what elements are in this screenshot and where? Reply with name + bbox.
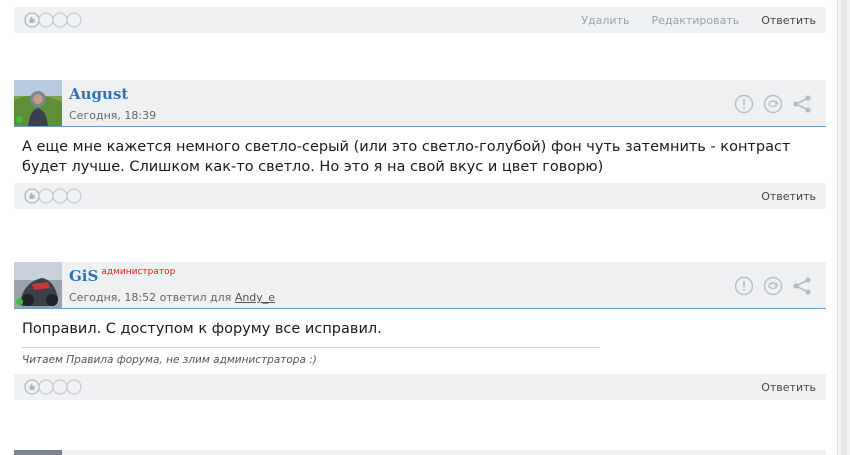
reactions-widget[interactable] xyxy=(24,188,82,204)
post-tools xyxy=(734,276,812,296)
reactions-widget[interactable] xyxy=(24,379,82,395)
post-time[interactable]: Сегодня, 18:39 xyxy=(69,109,156,122)
post-tools xyxy=(734,94,812,114)
quote-icon[interactable] xyxy=(763,276,783,296)
reactions-widget[interactable] xyxy=(24,12,82,28)
like-icon[interactable] xyxy=(24,12,82,28)
post-august: August Сегодня, 18:39 А еще мне кажется … xyxy=(14,80,826,209)
post-signature: Читаем Правила форума, не злим администр… xyxy=(22,347,600,374)
online-indicator xyxy=(16,298,23,305)
reply-to-user-link[interactable]: Andy_e xyxy=(235,291,275,304)
reply-link[interactable]: Ответить xyxy=(761,381,816,394)
avatar[interactable] xyxy=(14,450,62,455)
post-header: GiS администратор Сегодня, 18:52 ответил … xyxy=(14,262,826,309)
reply-link[interactable]: Ответить xyxy=(761,14,816,27)
post-next-partial xyxy=(14,450,826,455)
edit-link[interactable]: Редактировать xyxy=(651,14,739,27)
post-meta: Сегодня, 18:39 xyxy=(69,109,156,122)
post-body: Поправил. С доступом к форуму все исправ… xyxy=(22,321,382,337)
share-icon[interactable] xyxy=(792,94,812,114)
avatar[interactable] xyxy=(14,262,62,308)
page-scrollbar[interactable] xyxy=(837,0,850,455)
like-icon[interactable] xyxy=(24,379,82,395)
post-gis: GiS администратор Сегодня, 18:52 ответил … xyxy=(14,262,826,400)
delete-link[interactable]: Удалить xyxy=(581,14,629,27)
post-time[interactable]: Сегодня, 18:52 xyxy=(69,291,156,304)
online-indicator xyxy=(16,116,23,123)
reply-to-prefix: ответил для xyxy=(159,291,232,304)
scrollbar-thumb[interactable] xyxy=(841,0,847,455)
author-name-text[interactable]: GiS xyxy=(69,267,98,285)
role-badge: администратор xyxy=(101,267,176,277)
post-footer-bar: Ответить xyxy=(14,183,826,209)
like-icon[interactable] xyxy=(24,188,82,204)
reply-link[interactable]: Ответить xyxy=(761,190,816,203)
report-icon[interactable] xyxy=(734,94,754,114)
author-name[interactable]: GiS администратор xyxy=(69,267,175,285)
report-icon[interactable] xyxy=(734,276,754,296)
post-meta: Сегодня, 18:52 ответил для Andy_e xyxy=(69,291,275,304)
post-body: А еще мне кажется немного светло-серый (… xyxy=(22,139,791,175)
avatar[interactable] xyxy=(14,80,62,126)
quote-icon[interactable] xyxy=(763,94,783,114)
share-icon[interactable] xyxy=(792,276,812,296)
post-footer-bar: Удалить Редактировать Ответить xyxy=(14,7,826,33)
post-previous: Удалить Редактировать Ответить xyxy=(14,7,826,33)
post-footer-bar: Ответить xyxy=(14,374,826,400)
post-header: August Сегодня, 18:39 xyxy=(14,80,826,127)
author-name[interactable]: August xyxy=(69,85,128,103)
